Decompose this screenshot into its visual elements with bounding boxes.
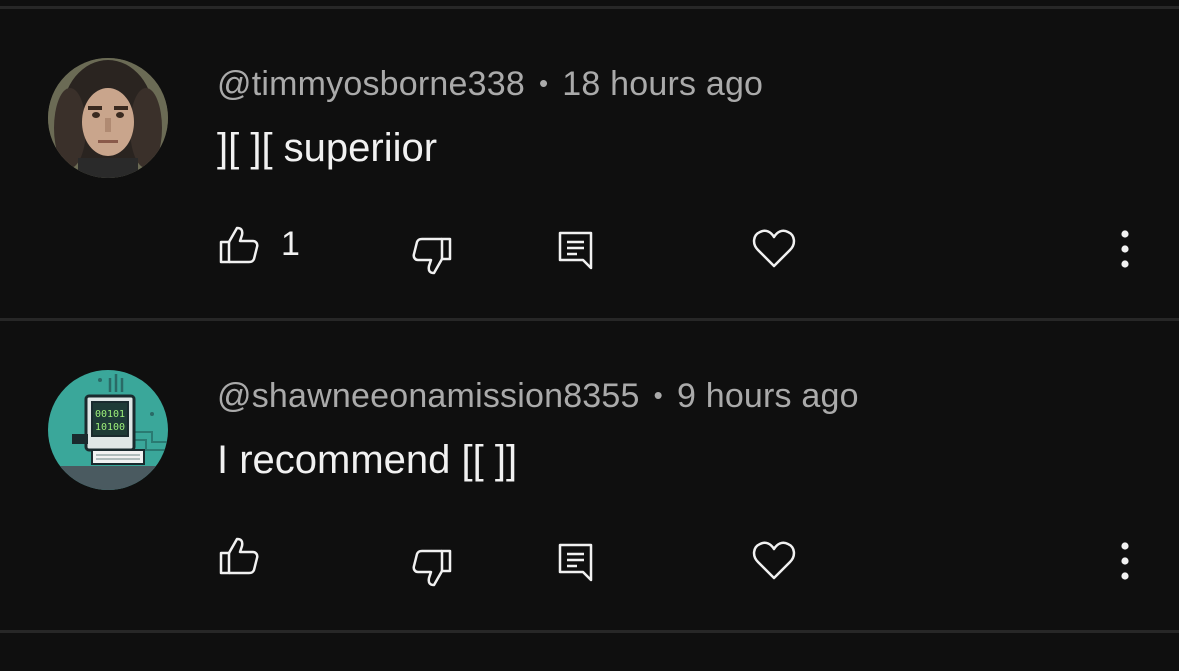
comment-actions [0,529,1179,589]
reply-comment-icon [558,543,593,582]
person-photo-avatar-icon [48,58,168,178]
comment-meta: @timmyosborne338 • 18 hours ago [217,65,763,104]
meta-separator: • [653,380,663,410]
heart-button[interactable] [752,541,796,581]
heart-icon [752,229,796,268]
computer-terminal-avatar-icon: 00101 10100 [48,370,168,490]
dislike-button[interactable] [412,549,452,587]
thumbs-down-icon [412,549,452,587]
comment-item: @timmyosborne338 • 18 hours ago ][ ][ supe… [0,9,1179,319]
thumbs-up-icon [219,537,259,575]
like-count: 1 [281,225,300,263]
more-vertical-icon [1121,230,1129,268]
comment-meta: @shawneeonamission8355 • 9 hours ago [217,377,859,416]
divider-bottom [0,630,1179,633]
author-name[interactable]: @timmyosborne338 [217,65,525,103]
comment-time[interactable]: 9 hours ago [677,377,859,415]
thumbs-up-icon [219,226,259,263]
comment-text: ][ ][ superiior [217,126,438,170]
dislike-button[interactable] [412,237,452,275]
comment-time[interactable]: 18 hours ago [562,65,763,103]
thumbs-down-icon [412,237,452,275]
avatar[interactable] [48,58,168,178]
reply-button[interactable] [558,543,594,583]
comment-text: I recommend [[ ]] [217,438,518,482]
more-options-button[interactable] [1115,541,1135,581]
avatar-screen-line-2: 10100 [95,422,125,433]
avatar[interactable]: 00101 10100 [48,370,168,490]
meta-separator: • [538,68,549,98]
avatar-screen-line-1: 00101 [95,409,125,420]
more-vertical-icon [1121,542,1129,580]
heart-button[interactable] [752,229,796,269]
like-button[interactable] [219,537,281,575]
more-options-button[interactable] [1115,229,1135,269]
comment-actions: 1 [0,217,1179,277]
reply-comment-icon [558,231,593,270]
comments-list: @timmyosborne338 • 18 hours ago ][ ][ supe… [0,0,1179,671]
comment-item: 00101 10100 @shawneeonamission8355 • 9 hou… [0,321,1179,631]
author-name[interactable]: @shawneeonamission8355 [217,377,640,415]
like-button[interactable]: 1 [219,225,300,264]
heart-icon [752,541,796,580]
reply-button[interactable] [558,231,594,271]
